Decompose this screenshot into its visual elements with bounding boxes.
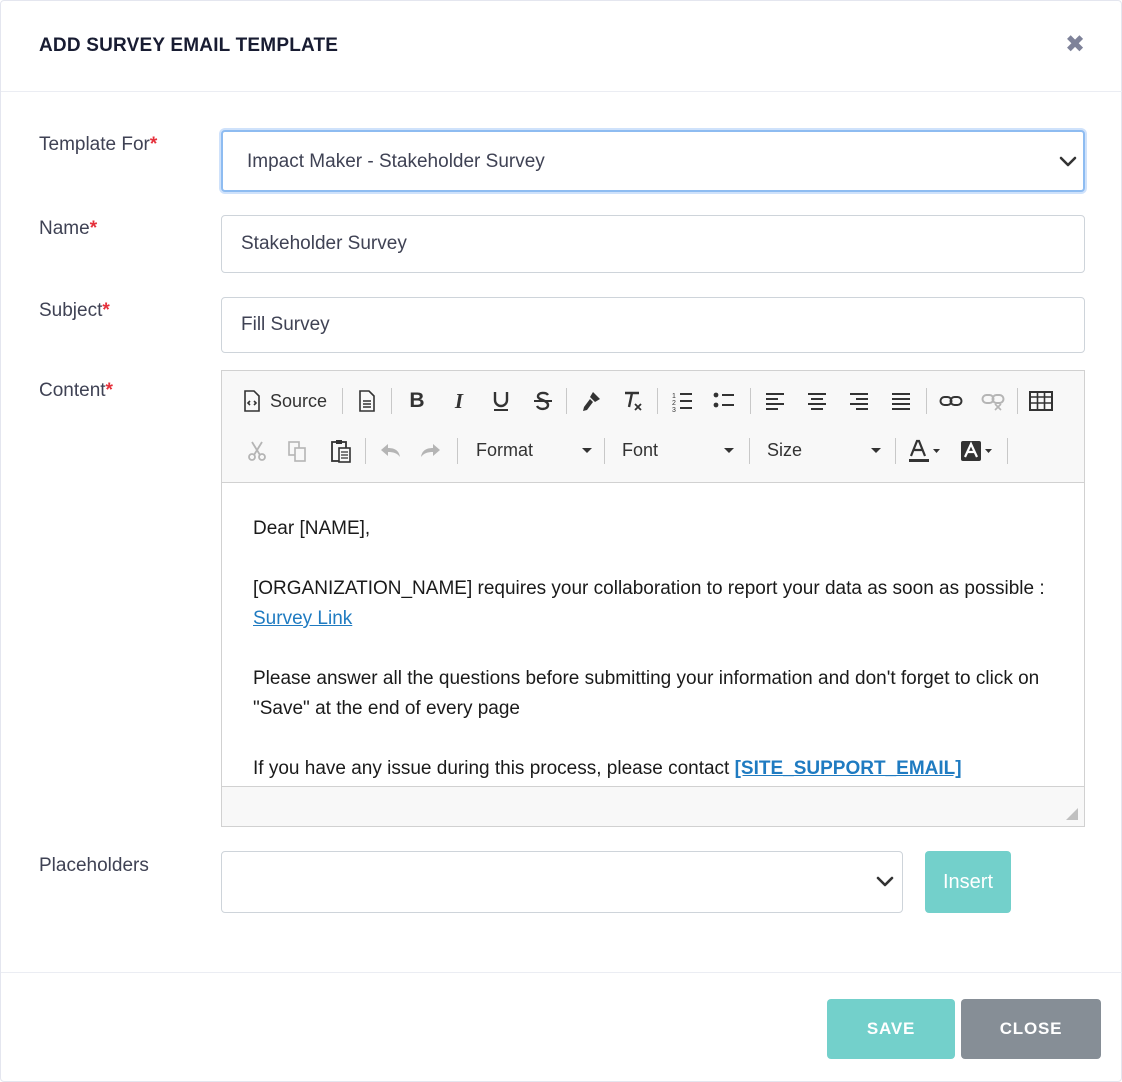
save-button[interactable]: SAVE bbox=[827, 999, 955, 1059]
italic-icon[interactable]: I bbox=[444, 386, 474, 416]
required-mark: * bbox=[89, 218, 98, 239]
close-icon[interactable]: ✖ bbox=[1063, 33, 1087, 57]
body-paragraph-1: [ORGANIZATION_NAME] requires your collab… bbox=[253, 574, 1054, 634]
bold-icon[interactable]: B bbox=[402, 386, 432, 416]
greeting-line: Dear [NAME], bbox=[253, 518, 371, 539]
copy-icon[interactable] bbox=[282, 436, 312, 466]
align-left-icon[interactable] bbox=[760, 386, 790, 416]
subject-field-wrapper bbox=[221, 297, 1085, 353]
name-label: Name* bbox=[39, 218, 97, 240]
name-field[interactable] bbox=[222, 216, 1084, 272]
subject-field[interactable] bbox=[222, 298, 1084, 352]
font-dropdown[interactable]: Font bbox=[622, 435, 734, 465]
size-label: Size bbox=[767, 439, 803, 460]
undo-icon[interactable] bbox=[375, 436, 405, 466]
placeholders-select[interactable] bbox=[221, 851, 903, 913]
survey-link[interactable]: Survey Link bbox=[253, 608, 352, 629]
paste-icon[interactable] bbox=[326, 436, 356, 466]
format-dropdown[interactable]: Format bbox=[476, 435, 592, 465]
chevron-down-icon bbox=[876, 876, 894, 887]
format-label: Format bbox=[476, 439, 534, 460]
content-label: Content* bbox=[39, 380, 113, 402]
bulleted-list-icon[interactable] bbox=[709, 386, 739, 416]
cut-icon[interactable] bbox=[242, 436, 272, 466]
template-for-selected-value: Impact Maker - Stakeholder Survey bbox=[247, 151, 545, 172]
svg-text:2: 2 bbox=[672, 400, 676, 407]
size-dropdown[interactable]: Size bbox=[767, 435, 881, 465]
source-button[interactable]: Source bbox=[242, 386, 334, 416]
toolbar-separator bbox=[749, 438, 750, 464]
required-mark: * bbox=[105, 380, 113, 401]
toolbar-separator bbox=[457, 438, 458, 464]
toolbar-separator bbox=[342, 388, 343, 414]
paragraph-3-text: If you have any issue during this proces… bbox=[253, 758, 735, 779]
toolbar-separator bbox=[1007, 438, 1008, 464]
justify-icon[interactable] bbox=[886, 386, 916, 416]
unlink-icon[interactable] bbox=[978, 386, 1008, 416]
close-button[interactable]: CLOSE bbox=[961, 999, 1101, 1059]
name-field-wrapper bbox=[221, 215, 1085, 273]
toolbar-separator bbox=[365, 438, 366, 464]
paragraph-1-text: [ORGANIZATION_NAME] requires your collab… bbox=[253, 578, 1045, 599]
editor-content-area[interactable]: Dear [NAME], [ORGANIZATION_NAME] require… bbox=[222, 484, 1084, 786]
source-label: Source bbox=[270, 390, 328, 411]
caret-down-icon bbox=[871, 448, 881, 453]
caret-down-icon bbox=[724, 448, 734, 453]
resize-handle-icon[interactable] bbox=[1066, 808, 1078, 820]
rich-text-editor: Source B I 123 Format Font Size Dear [NA… bbox=[221, 370, 1085, 827]
toolbar-separator bbox=[926, 388, 927, 414]
template-for-label: Template For* bbox=[39, 134, 157, 156]
placeholders-label: Placeholders bbox=[39, 855, 149, 876]
toolbar-separator bbox=[1017, 388, 1018, 414]
required-mark: * bbox=[149, 134, 158, 155]
editor-toolbar: Source B I 123 Format Font Size bbox=[222, 371, 1084, 483]
support-email-link[interactable]: [SITE_SUPPORT_EMAIL] bbox=[735, 758, 962, 779]
add-email-template-modal: ADD SURVEY EMAIL TEMPLATE ✖ Template For… bbox=[0, 0, 1122, 1082]
template-for-select[interactable]: Impact Maker - Stakeholder Survey bbox=[221, 130, 1085, 192]
required-mark: * bbox=[102, 300, 110, 321]
align-center-icon[interactable] bbox=[802, 386, 832, 416]
subject-label-text: Subject bbox=[39, 300, 103, 321]
toolbar-separator bbox=[750, 388, 751, 414]
editor-statusbar bbox=[222, 786, 1084, 826]
body-paragraph-2: Please answer all the questions before s… bbox=[253, 668, 1040, 719]
text-color-icon[interactable] bbox=[908, 436, 944, 466]
toolbar-separator bbox=[895, 438, 896, 464]
table-icon[interactable] bbox=[1026, 386, 1056, 416]
toolbar-separator bbox=[391, 388, 392, 414]
modal-header: ADD SURVEY EMAIL TEMPLATE ✖ bbox=[1, 1, 1122, 92]
chevron-down-icon bbox=[1059, 156, 1077, 167]
source-icon bbox=[244, 390, 260, 412]
toolbar-separator bbox=[657, 388, 658, 414]
copy-format-brush-icon[interactable] bbox=[576, 386, 606, 416]
remove-format-icon[interactable] bbox=[618, 386, 648, 416]
toolbar-separator bbox=[566, 388, 567, 414]
align-right-icon[interactable] bbox=[844, 386, 874, 416]
redo-icon[interactable] bbox=[416, 436, 446, 466]
underline-icon[interactable] bbox=[486, 386, 516, 416]
template-for-label-text: Template For bbox=[39, 134, 150, 155]
font-label: Font bbox=[622, 439, 659, 460]
modal-footer-divider bbox=[1, 972, 1122, 973]
subject-label: Subject* bbox=[39, 300, 110, 322]
new-page-icon[interactable] bbox=[352, 386, 382, 416]
numbered-list-icon[interactable]: 123 bbox=[667, 386, 697, 416]
link-icon[interactable] bbox=[936, 386, 966, 416]
strikethrough-icon[interactable] bbox=[528, 386, 558, 416]
caret-down-icon bbox=[582, 448, 592, 453]
insert-button[interactable]: Insert bbox=[925, 851, 1011, 913]
modal-title: ADD SURVEY EMAIL TEMPLATE bbox=[39, 35, 339, 56]
name-label-text: Name bbox=[39, 218, 90, 239]
content-label-text: Content bbox=[39, 380, 106, 401]
background-color-icon[interactable] bbox=[960, 436, 996, 466]
svg-text:1: 1 bbox=[672, 393, 676, 400]
toolbar-separator bbox=[604, 438, 605, 464]
body-paragraph-3: If you have any issue during this proces… bbox=[253, 754, 1054, 784]
svg-text:3: 3 bbox=[672, 407, 676, 412]
